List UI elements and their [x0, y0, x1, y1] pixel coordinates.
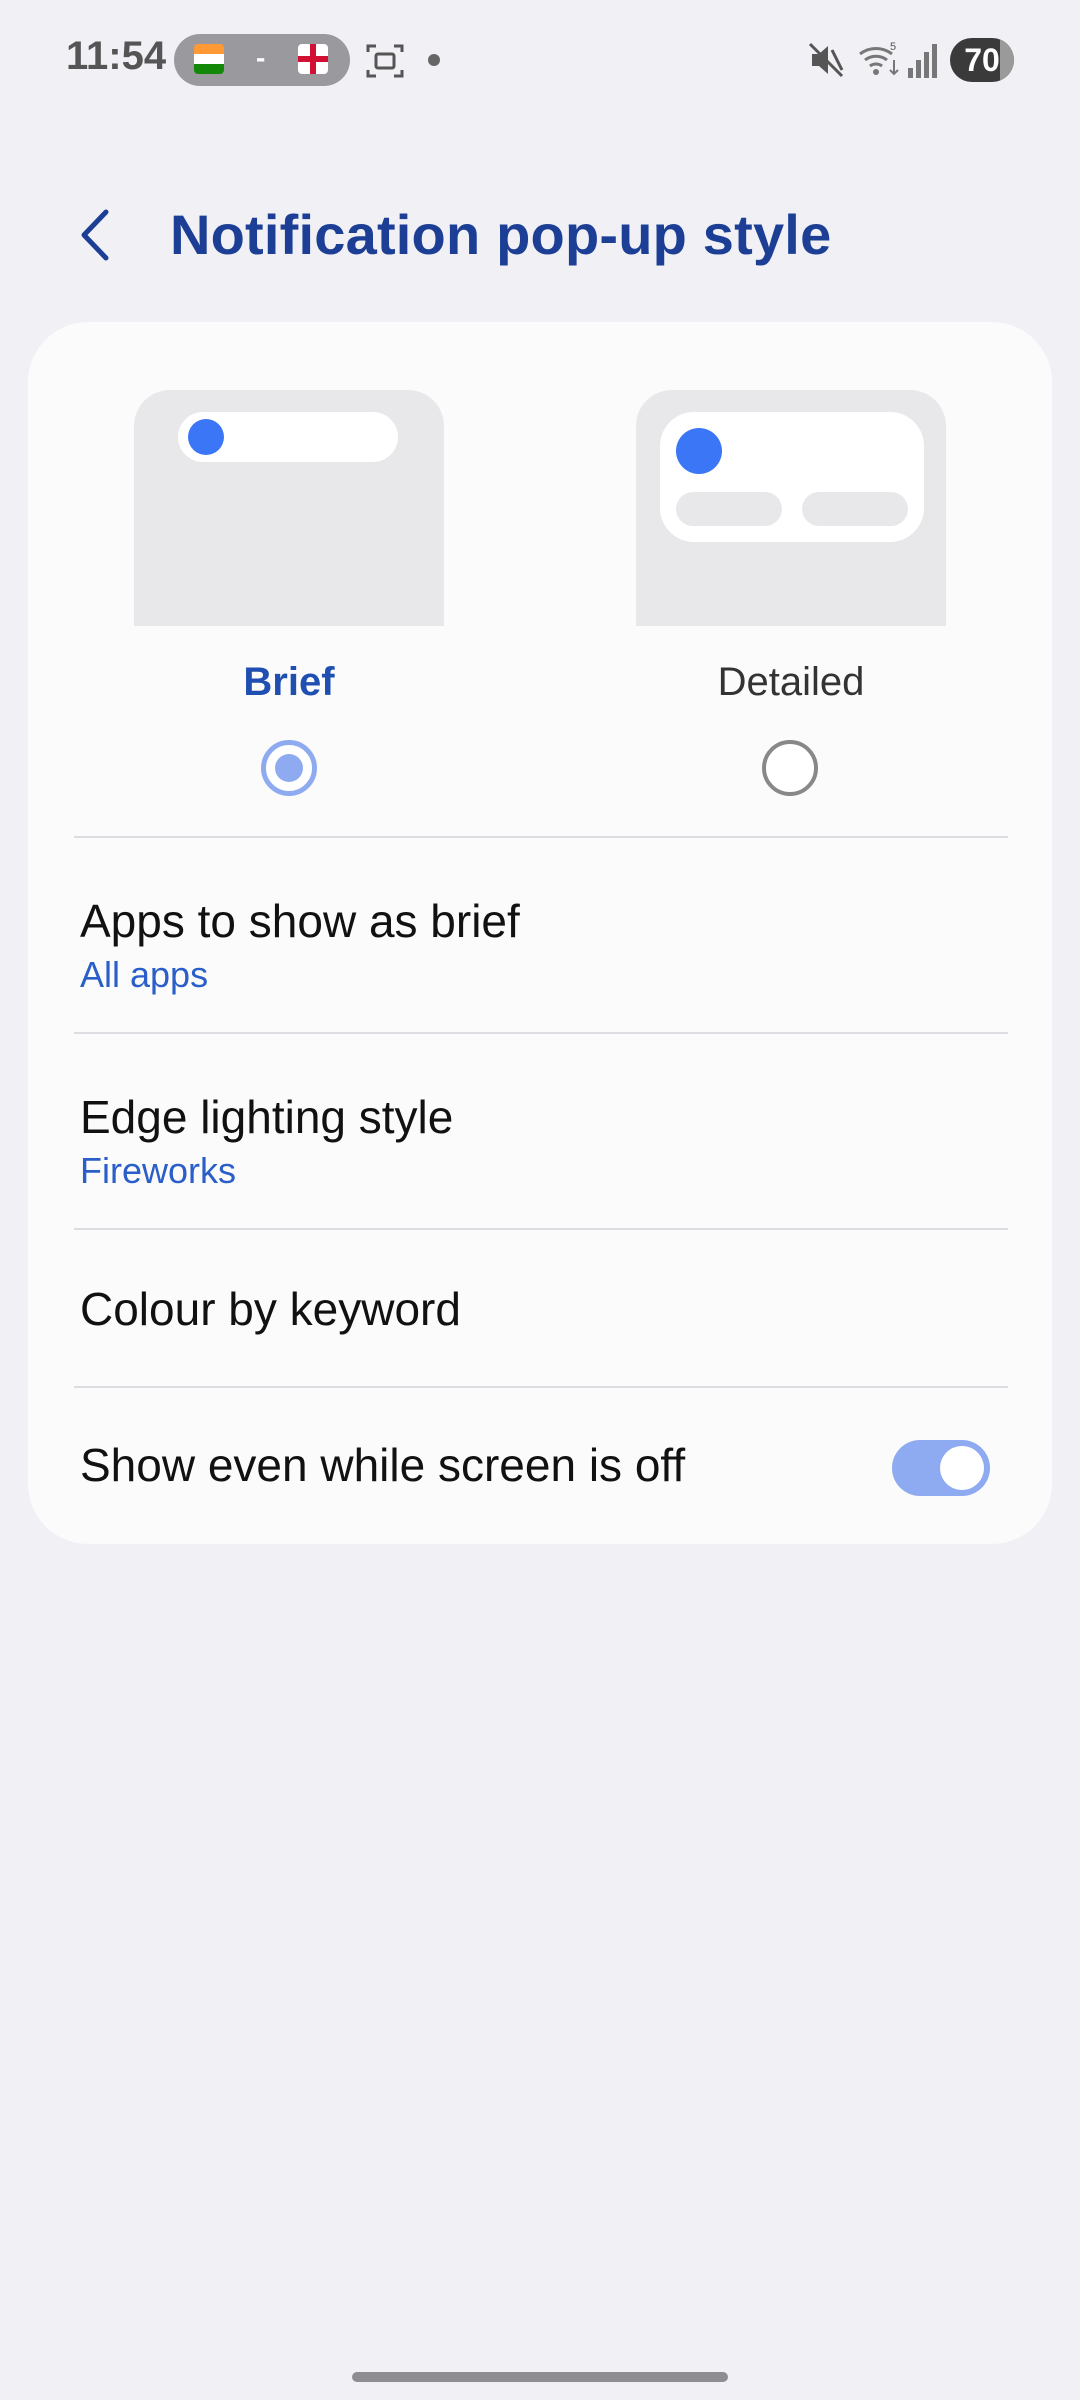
- brief-radio[interactable]: [261, 740, 317, 796]
- row-title: Colour by keyword: [80, 1283, 461, 1335]
- row-title: Edge lighting style: [80, 1091, 454, 1143]
- edge-lighting-style-row[interactable]: Edge lighting style Fireworks: [28, 1034, 1052, 1228]
- screenshot-icon: [366, 44, 404, 78]
- colour-by-keyword-row[interactable]: Colour by keyword: [28, 1230, 1052, 1386]
- status-bar: 11:54 - 5 70: [0, 0, 1080, 120]
- brief-app-dot-icon: [188, 419, 224, 455]
- row-subtitle: All apps: [80, 954, 209, 995]
- apps-to-show-as-brief-row[interactable]: Apps to show as brief All apps: [28, 838, 1052, 1032]
- show-while-screen-off-row[interactable]: Show even while screen is off: [28, 1388, 1052, 1544]
- brief-label[interactable]: Brief: [134, 660, 444, 705]
- row-subtitle: Fireworks: [80, 1150, 237, 1191]
- page-header: Notification pop-up style: [0, 190, 1080, 280]
- row-title: Apps to show as brief: [80, 895, 520, 947]
- battery-level: 70: [964, 42, 1000, 78]
- wifi-icon: 5: [859, 41, 899, 76]
- page-title: Notification pop-up style: [170, 203, 832, 266]
- england-flag-icon: [298, 44, 328, 74]
- score-separator: -: [256, 42, 266, 73]
- brief-notification-bar: [178, 412, 398, 462]
- india-flag-icon: [194, 44, 224, 74]
- clock: 11:54: [66, 34, 167, 78]
- back-arrow-icon[interactable]: [70, 200, 130, 270]
- row-title: Show even while screen is off: [80, 1439, 686, 1491]
- screen-off-toggle[interactable]: [892, 1440, 990, 1496]
- brief-preview[interactable]: [134, 390, 444, 626]
- notification-dot-icon: [428, 54, 440, 66]
- detailed-app-dot-icon: [676, 428, 722, 474]
- detailed-action-pill: [802, 492, 908, 526]
- mute-icon: [808, 42, 844, 78]
- detailed-preview[interactable]: [636, 390, 946, 626]
- detailed-radio[interactable]: [762, 740, 818, 796]
- settings-card: Brief Detailed Apps to show as brief All…: [28, 322, 1052, 1544]
- battery-indicator: 70: [950, 38, 1014, 82]
- detailed-action-pill: [676, 492, 782, 526]
- live-score-pill[interactable]: -: [174, 34, 350, 86]
- wifi-5-label: 5: [890, 41, 896, 53]
- signal-icon: [908, 44, 937, 78]
- detailed-label[interactable]: Detailed: [636, 660, 946, 705]
- home-indicator[interactable]: [352, 2372, 728, 2382]
- detailed-notification-card: [660, 412, 924, 542]
